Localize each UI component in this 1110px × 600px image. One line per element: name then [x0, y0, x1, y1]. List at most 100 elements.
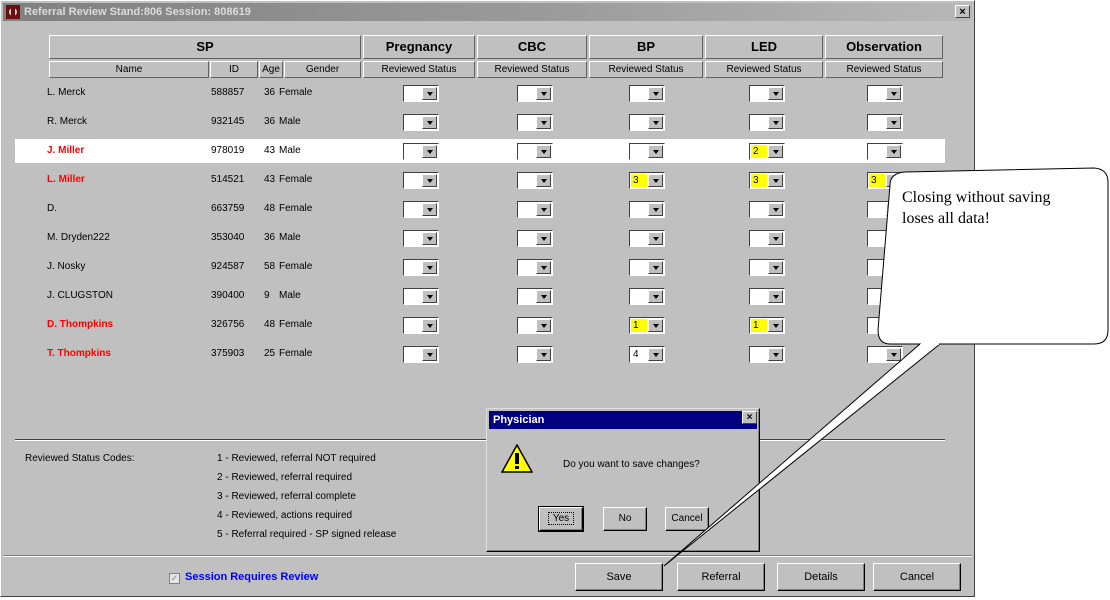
chevron-down-icon[interactable]: [536, 261, 551, 274]
chevron-down-icon[interactable]: [886, 87, 901, 100]
led-status-dropdown[interactable]: 3: [749, 172, 785, 189]
table-row[interactable]: D. 663759 48 Female: [15, 197, 945, 221]
details-button[interactable]: Details: [777, 563, 865, 591]
led-status-dropdown[interactable]: [749, 230, 785, 247]
led-status-dropdown[interactable]: 2: [749, 143, 785, 160]
cbc-status-dropdown[interactable]: [517, 85, 553, 102]
chevron-down-icon[interactable]: [648, 203, 663, 216]
observation-status-dropdown[interactable]: [867, 346, 903, 363]
table-row[interactable]: M. Dryden222 353040 36 Male: [15, 226, 945, 250]
column-header-cbc-status[interactable]: Reviewed Status: [477, 61, 587, 78]
chevron-down-icon[interactable]: [648, 232, 663, 245]
pregnancy-status-dropdown[interactable]: [403, 85, 439, 102]
chevron-down-icon[interactable]: [886, 116, 901, 129]
chevron-down-icon[interactable]: [768, 174, 783, 187]
dialog-close-button[interactable]: ×: [742, 411, 757, 424]
chevron-down-icon[interactable]: [648, 145, 663, 158]
observation-status-dropdown[interactable]: [867, 317, 903, 334]
pregnancy-status-dropdown[interactable]: [403, 259, 439, 276]
cbc-status-dropdown[interactable]: [517, 288, 553, 305]
chevron-down-icon[interactable]: [536, 145, 551, 158]
observation-status-dropdown[interactable]: [867, 230, 903, 247]
chevron-down-icon[interactable]: [422, 348, 437, 361]
bp-status-dropdown[interactable]: 3: [629, 172, 665, 189]
chevron-down-icon[interactable]: [768, 261, 783, 274]
chevron-down-icon[interactable]: [886, 145, 901, 158]
chevron-down-icon[interactable]: [648, 87, 663, 100]
chevron-down-icon[interactable]: [536, 174, 551, 187]
table-row[interactable]: L. Merck 588857 36 Female: [15, 81, 945, 105]
column-header-id[interactable]: ID: [210, 61, 258, 78]
chevron-down-icon[interactable]: [648, 348, 663, 361]
chevron-down-icon[interactable]: [768, 116, 783, 129]
chevron-down-icon[interactable]: [886, 174, 901, 187]
chevron-down-icon[interactable]: [768, 348, 783, 361]
pregnancy-status-dropdown[interactable]: [403, 317, 439, 334]
led-status-dropdown[interactable]: [749, 114, 785, 131]
table-row[interactable]: D. Thompkins 326756 48 Female 1 1: [15, 313, 945, 337]
dialog-title[interactable]: Physician: [489, 411, 757, 429]
led-status-dropdown[interactable]: [749, 201, 785, 218]
table-row[interactable]: J. Nosky 924587 58 Female: [15, 255, 945, 279]
cbc-status-dropdown[interactable]: [517, 230, 553, 247]
pregnancy-status-dropdown[interactable]: [403, 201, 439, 218]
chevron-down-icon[interactable]: [768, 87, 783, 100]
cbc-status-dropdown[interactable]: [517, 114, 553, 131]
chevron-down-icon[interactable]: [422, 174, 437, 187]
table-row[interactable]: R. Merck 932145 36 Male: [15, 110, 945, 134]
led-status-dropdown[interactable]: [749, 85, 785, 102]
chevron-down-icon[interactable]: [422, 319, 437, 332]
cbc-status-dropdown[interactable]: [517, 259, 553, 276]
observation-status-dropdown[interactable]: [867, 288, 903, 305]
chevron-down-icon[interactable]: [886, 290, 901, 303]
observation-status-dropdown[interactable]: [867, 85, 903, 102]
chevron-down-icon[interactable]: [536, 203, 551, 216]
table-row[interactable]: L. Miller 514521 43 Female 3 3 3: [15, 168, 945, 192]
observation-status-dropdown[interactable]: [867, 143, 903, 160]
cbc-status-dropdown[interactable]: [517, 143, 553, 160]
chevron-down-icon[interactable]: [648, 290, 663, 303]
bp-status-dropdown[interactable]: 4: [629, 346, 665, 363]
chevron-down-icon[interactable]: [422, 203, 437, 216]
chevron-down-icon[interactable]: [886, 319, 901, 332]
pregnancy-status-dropdown[interactable]: [403, 288, 439, 305]
chevron-down-icon[interactable]: [422, 145, 437, 158]
chevron-down-icon[interactable]: [536, 290, 551, 303]
column-header-led-status[interactable]: Reviewed Status: [705, 61, 823, 78]
pregnancy-status-dropdown[interactable]: [403, 172, 439, 189]
cancel-button[interactable]: Cancel: [873, 563, 961, 591]
cbc-status-dropdown[interactable]: [517, 201, 553, 218]
observation-status-dropdown[interactable]: 3: [867, 172, 903, 189]
pregnancy-status-dropdown[interactable]: [403, 143, 439, 160]
chevron-down-icon[interactable]: [648, 174, 663, 187]
window-title-bar[interactable]: Referral Review Stand:806 Session: 80861…: [3, 3, 972, 21]
bp-status-dropdown[interactable]: [629, 85, 665, 102]
bp-status-dropdown[interactable]: [629, 288, 665, 305]
column-header-bp-status[interactable]: Reviewed Status: [589, 61, 703, 78]
pregnancy-status-dropdown[interactable]: [403, 346, 439, 363]
chevron-down-icon[interactable]: [422, 290, 437, 303]
chevron-down-icon[interactable]: [886, 203, 901, 216]
column-header-gender[interactable]: Gender: [284, 61, 361, 78]
bp-status-dropdown[interactable]: [629, 201, 665, 218]
dialog-no-button[interactable]: No: [603, 507, 647, 531]
dialog-yes-button[interactable]: Yes: [538, 506, 584, 532]
chevron-down-icon[interactable]: [536, 232, 551, 245]
led-status-dropdown[interactable]: [749, 259, 785, 276]
chevron-down-icon[interactable]: [768, 290, 783, 303]
referral-button[interactable]: Referral: [677, 563, 765, 591]
table-row[interactable]: J. CLUGSTON 390400 9 Male: [15, 284, 945, 308]
session-review-label[interactable]: Session Requires Review: [185, 571, 318, 583]
chevron-down-icon[interactable]: [422, 87, 437, 100]
pregnancy-status-dropdown[interactable]: [403, 230, 439, 247]
session-review-checkbox[interactable]: ✓: [169, 573, 180, 584]
led-status-dropdown[interactable]: [749, 288, 785, 305]
pregnancy-status-dropdown[interactable]: [403, 114, 439, 131]
bp-status-dropdown[interactable]: [629, 114, 665, 131]
chevron-down-icon[interactable]: [648, 319, 663, 332]
bp-status-dropdown[interactable]: 1: [629, 317, 665, 334]
chevron-down-icon[interactable]: [536, 116, 551, 129]
column-header-pregnancy-status[interactable]: Reviewed Status: [363, 61, 475, 78]
bp-status-dropdown[interactable]: [629, 259, 665, 276]
observation-status-dropdown[interactable]: [867, 259, 903, 276]
